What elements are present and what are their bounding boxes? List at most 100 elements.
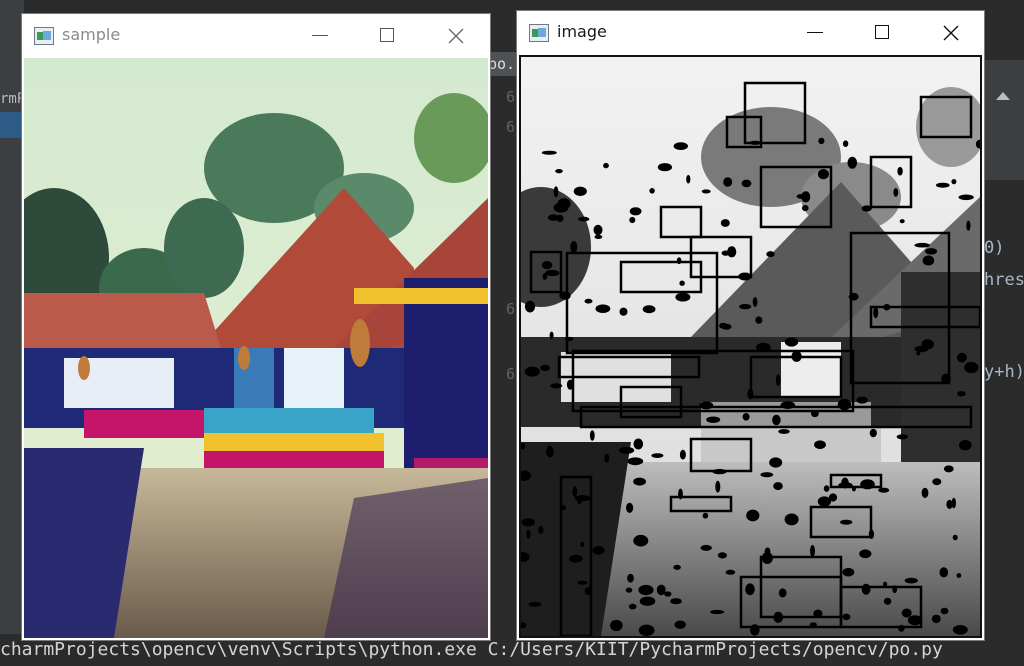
contour-blob [940, 607, 949, 615]
contour-blob [860, 479, 875, 490]
contour-blob [746, 509, 760, 522]
contour-blob [670, 598, 682, 605]
contour-blob [578, 216, 590, 222]
contour-blob [657, 163, 672, 172]
close-button[interactable] [434, 14, 478, 58]
minimize-icon [807, 32, 823, 33]
contour-blob [873, 306, 879, 319]
contour-blob [564, 336, 574, 342]
contour-blob [628, 603, 637, 610]
contour-blob [674, 620, 686, 629]
contour-blob [627, 573, 634, 583]
contour-blob [584, 298, 593, 304]
contour-blob [818, 137, 825, 145]
contour-blob [957, 391, 966, 397]
contour-blob [932, 478, 942, 486]
contour-blob [896, 434, 908, 440]
editor-tab-po-py[interactable]: po.py [488, 52, 520, 76]
ide-project-tab[interactable]: rmP [0, 88, 22, 110]
contour-blob [840, 519, 853, 525]
contour-blob [725, 569, 736, 575]
contour-blob [897, 166, 903, 176]
contour-blob [699, 401, 714, 410]
maximize-icon [875, 25, 889, 39]
contour-blob [540, 364, 550, 372]
contour-blob [679, 280, 685, 286]
code-fragment-1: 0) [984, 238, 1005, 258]
opencv-window-icon [34, 27, 54, 45]
contour-blob [675, 292, 691, 302]
contour-blob [633, 438, 644, 450]
contour-blob [559, 505, 567, 511]
contour-blob [570, 241, 578, 253]
sample-titlebar[interactable]: sample [22, 14, 490, 58]
contour-blob [893, 188, 899, 197]
contour-blob [842, 567, 855, 577]
code-fragment-3: y+h) [984, 362, 1024, 382]
contour-blob [593, 224, 603, 236]
minimize-button[interactable] [793, 11, 837, 55]
minimize-button[interactable] [298, 14, 342, 58]
contour-blob [629, 207, 642, 216]
image-window-title: image [557, 22, 607, 41]
contour-blob [639, 596, 656, 606]
code-fragment-2: hres [984, 270, 1024, 290]
contour-blob [594, 234, 603, 239]
contour-blob [778, 588, 787, 598]
contour-blob [943, 465, 954, 473]
image-window[interactable]: image [517, 11, 984, 640]
contour-blob [700, 544, 712, 551]
scroll-up-icon[interactable] [996, 92, 1010, 100]
contour-blob [936, 182, 950, 188]
contour-blob [738, 272, 752, 281]
contour-blob [956, 573, 962, 578]
contour-blob [899, 219, 905, 224]
contour-blob [772, 414, 781, 426]
ide-selected-row[interactable] [0, 112, 22, 138]
contour-blob [925, 248, 938, 255]
contour-blob [766, 251, 775, 258]
contour-blob [706, 416, 721, 423]
contour-blob [742, 413, 750, 421]
image-titlebar[interactable]: image [517, 11, 984, 55]
contour-blob [592, 545, 605, 555]
minimize-icon [312, 35, 328, 36]
contour-blob [848, 292, 859, 301]
sample-window[interactable]: sample [22, 14, 490, 640]
contour-blob [559, 291, 571, 300]
contour-blob [719, 322, 728, 329]
contour-blob [802, 205, 809, 212]
contour-blob [715, 480, 721, 493]
opencv-window-icon [529, 24, 549, 42]
contour-blob [547, 214, 559, 221]
contour-blob [741, 179, 752, 188]
contour-blob [679, 449, 686, 460]
contour-blob [883, 581, 888, 587]
contour-blob [580, 541, 585, 548]
contour-blob [633, 534, 649, 547]
contour-blob [618, 446, 635, 454]
close-button[interactable] [929, 11, 973, 55]
contour-blob [676, 257, 682, 265]
contour-blob [811, 410, 819, 418]
contour-blob [907, 615, 923, 626]
contour-blob [842, 613, 851, 621]
contour-blob [784, 513, 799, 526]
contour-blob [528, 601, 542, 607]
maximize-button[interactable] [861, 11, 905, 55]
contour-blob [541, 261, 553, 270]
contour-blob [538, 526, 544, 534]
contour-blob [952, 625, 968, 635]
maximize-button[interactable] [366, 14, 410, 58]
contour-blob [916, 350, 921, 356]
contour-blob [727, 246, 737, 258]
contour-blob [702, 512, 709, 519]
contour-blob [904, 577, 918, 584]
contour-blob [752, 297, 758, 307]
contour-blob [710, 609, 725, 615]
line-number: 6 [506, 365, 516, 383]
contour-blob [814, 440, 826, 450]
contour-blob [791, 350, 802, 362]
close-icon [448, 28, 464, 44]
contour-blob [626, 502, 634, 513]
